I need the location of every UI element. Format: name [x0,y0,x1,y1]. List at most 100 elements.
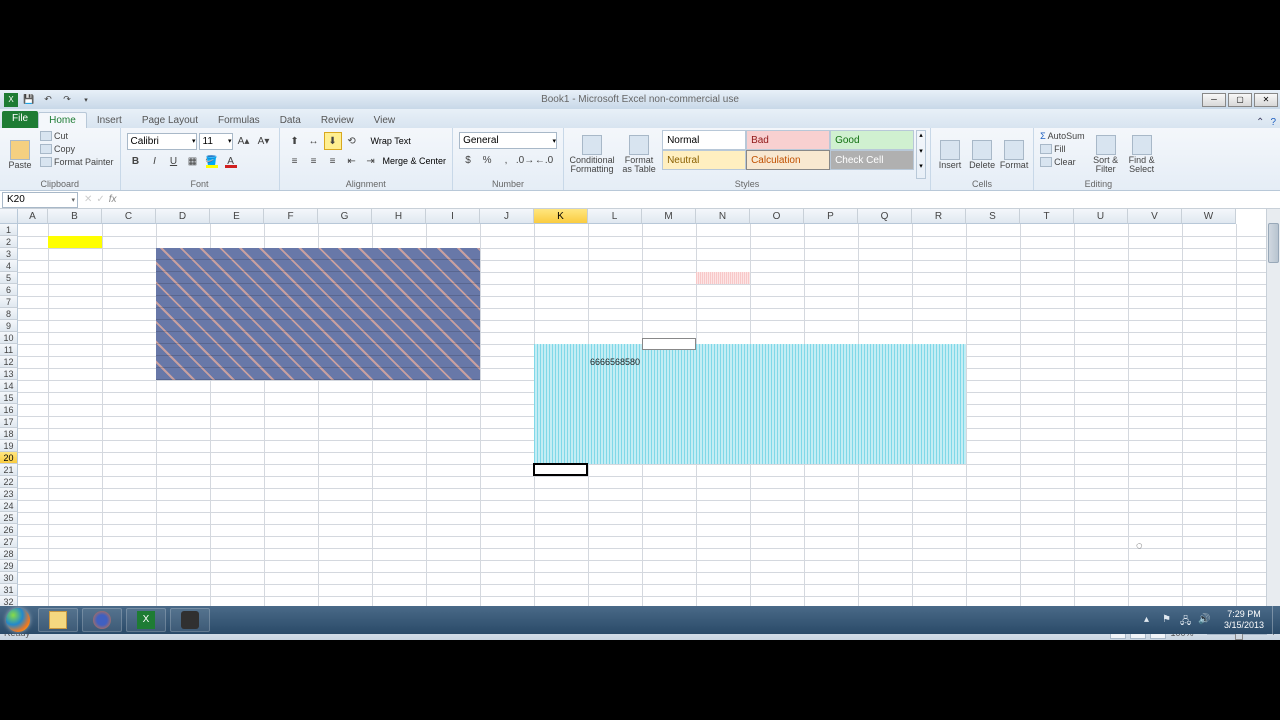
formula-input[interactable] [123,192,1280,208]
select-all-corner[interactable] [0,209,18,224]
style-check-cell[interactable]: Check Cell [830,150,914,170]
show-desktop-button[interactable] [1272,606,1280,634]
row-header-29[interactable]: 29 [0,560,18,572]
align-middle-icon[interactable]: ↔ [305,132,323,150]
decrease-decimal-icon[interactable]: ←.0 [535,151,553,169]
gallery-down-icon[interactable]: ▾ [917,147,925,163]
maximize-button[interactable]: ▢ [1228,93,1252,107]
row-header-14[interactable]: 14 [0,380,18,392]
row-header-2[interactable]: 2 [0,236,18,248]
border-button[interactable]: ▦ [184,152,202,170]
increase-decimal-icon[interactable]: .0→ [516,151,534,169]
grow-font-icon[interactable]: A▴ [235,132,253,150]
font-color-button[interactable]: A [222,152,240,170]
row-header-5[interactable]: 5 [0,272,18,284]
enter-formula-icon[interactable]: ✓ [96,194,104,205]
tab-data[interactable]: Data [270,113,311,128]
row-header-18[interactable]: 18 [0,428,18,440]
tray-up-icon[interactable]: ▴ [1144,614,1156,626]
merge-center-button[interactable]: Merge & Center [381,152,447,170]
col-header-T[interactable]: T [1020,209,1074,224]
col-header-M[interactable]: M [642,209,696,224]
format-painter-button[interactable]: Format Painter [38,156,116,168]
cells-area[interactable]: 6666568580 ◌ [18,224,1266,610]
col-header-V[interactable]: V [1128,209,1182,224]
col-header-R[interactable]: R [912,209,966,224]
style-calculation[interactable]: Calculation [746,150,830,170]
yellow-cell[interactable] [48,236,102,248]
task-explorer[interactable] [38,608,78,632]
col-header-K[interactable]: K [534,209,588,224]
tab-insert[interactable]: Insert [87,113,132,128]
row-header-6[interactable]: 6 [0,284,18,296]
row-header-12[interactable]: 12 [0,356,18,368]
row-headers[interactable]: 1234567891011121314151617181920212223242… [0,224,18,608]
row-header-26[interactable]: 26 [0,524,18,536]
row-header-7[interactable]: 7 [0,296,18,308]
col-header-U[interactable]: U [1074,209,1128,224]
row-header-24[interactable]: 24 [0,500,18,512]
pink-block[interactable] [696,272,750,284]
col-header-O[interactable]: O [750,209,804,224]
align-left-icon[interactable]: ≡ [286,152,304,170]
task-excel[interactable]: X [126,608,166,632]
close-button[interactable]: ✕ [1254,93,1278,107]
tab-file[interactable]: File [2,111,38,128]
style-neutral[interactable]: Neutral [662,150,746,170]
align-top-icon[interactable]: ⬆ [286,132,304,150]
row-header-22[interactable]: 22 [0,476,18,488]
align-center-icon[interactable]: ≡ [305,152,323,170]
bold-button[interactable]: B [127,152,145,170]
row-header-27[interactable]: 27 [0,536,18,548]
row-header-23[interactable]: 23 [0,488,18,500]
row-header-13[interactable]: 13 [0,368,18,380]
row-header-20[interactable]: 20 [0,452,18,464]
row-header-16[interactable]: 16 [0,404,18,416]
col-header-P[interactable]: P [804,209,858,224]
fill-button[interactable]: Fill [1038,143,1087,155]
fx-icon[interactable]: fx [109,194,117,205]
font-size-select[interactable]: 11▾ [199,133,233,150]
row-header-19[interactable]: 19 [0,440,18,452]
row-header-30[interactable]: 30 [0,572,18,584]
col-header-L[interactable]: L [588,209,642,224]
row-header-10[interactable]: 10 [0,332,18,344]
gallery-more-icon[interactable]: ▾ [917,162,925,178]
column-headers[interactable]: ABCDEFGHIJKLMNOPQRSTUVW [18,209,1266,224]
row-header-11[interactable]: 11 [0,344,18,356]
comma-icon[interactable]: , [497,151,515,169]
tab-formulas[interactable]: Formulas [208,113,270,128]
row-header-15[interactable]: 15 [0,392,18,404]
tray-network-icon[interactable]: 🖧 [1180,614,1192,626]
cell-styles-gallery[interactable]: Normal Bad Good Neutral Calculation Chec… [662,130,914,179]
col-header-F[interactable]: F [264,209,318,224]
format-as-table-button[interactable]: Format as Table [618,130,660,179]
row-header-17[interactable]: 17 [0,416,18,428]
row-header-21[interactable]: 21 [0,464,18,476]
shrink-font-icon[interactable]: A▾ [255,132,273,150]
task-app[interactable] [170,608,210,632]
name-box[interactable]: K20▾ [2,192,78,208]
fill-color-button[interactable]: 🪣 [203,152,221,170]
row-header-9[interactable]: 9 [0,320,18,332]
row-header-25[interactable]: 25 [0,512,18,524]
tray-clock[interactable]: 7:29 PM 3/15/2013 [1216,609,1272,631]
cut-button[interactable]: Cut [38,130,116,142]
style-good[interactable]: Good [830,130,914,150]
help-icon[interactable]: ? [1270,117,1276,128]
col-header-G[interactable]: G [318,209,372,224]
col-header-N[interactable]: N [696,209,750,224]
col-header-Q[interactable]: Q [858,209,912,224]
insert-button[interactable]: Insert [935,130,965,179]
autosum-button[interactable]: Σ AutoSum [1038,130,1087,142]
sort-filter-button[interactable]: Sort & Filter [1089,130,1123,179]
task-firefox[interactable] [82,608,122,632]
increase-indent-icon[interactable]: ⇥ [362,152,380,170]
row-header-8[interactable]: 8 [0,308,18,320]
format-button[interactable]: Format [999,130,1029,179]
row-header-4[interactable]: 4 [0,260,18,272]
currency-icon[interactable]: $ [459,151,477,169]
col-header-H[interactable]: H [372,209,426,224]
col-header-E[interactable]: E [210,209,264,224]
col-header-I[interactable]: I [426,209,480,224]
